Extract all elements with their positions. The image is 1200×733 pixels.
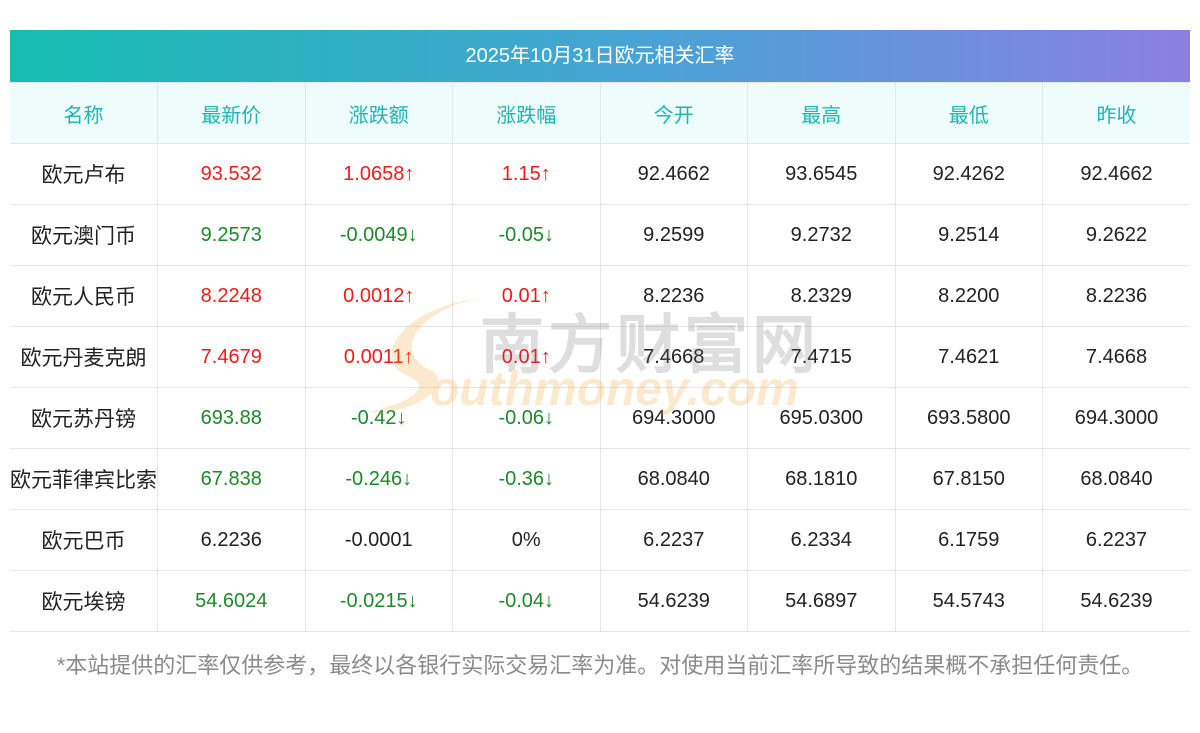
table-row: 欧元人民币 8.2248 0.0012↑ 0.01↑ 8.2236 8.2329 8.220… [10,265,1190,327]
cell-name: 欧元丹麦克朗 [10,326,158,388]
column-header-prev-close: 昨收 [1042,82,1190,144]
cell-prev-close: 9.2622 [1042,204,1190,266]
cell-open: 54.6239 [599,570,748,632]
cell-low: 6.1759 [894,509,1043,571]
cell-name: 欧元菲律宾比索 [10,448,158,510]
column-header-low: 最低 [894,82,1043,144]
cell-high: 68.1810 [747,448,896,510]
cell-open: 92.4662 [599,143,748,205]
cell-name: 欧元苏丹镑 [10,387,158,449]
cell-change-pct: -0.04↓ [452,570,601,632]
table-row: 欧元菲律宾比索 67.838 -0.246↓ -0.36↓ 68.0840 68.1810… [10,448,1190,510]
cell-latest: 93.532 [157,143,306,205]
cell-change: 0.0011↑ [304,326,453,388]
cell-high: 695.0300 [747,387,896,449]
table-header: 名称 最新价 涨跌额 涨跌幅 今开 最高 最低 昨收 [10,82,1190,144]
cell-change-pct: -0.06↓ [452,387,601,449]
cell-latest: 6.2236 [157,509,306,571]
cell-low: 7.4621 [894,326,1043,388]
cell-latest: 67.838 [157,448,306,510]
table-row: 欧元丹麦克朗 7.4679 0.0011↑ 0.01↑ 7.4668 7.4715 7.46… [10,326,1190,388]
cell-low: 54.5743 [894,570,1043,632]
cell-name: 欧元巴币 [10,509,158,571]
cell-prev-close: 54.6239 [1042,570,1190,632]
cell-change-pct: -0.05↓ [452,204,601,266]
table-body: 欧元卢布 93.532 1.0658↑ 1.15↑ 92.4662 93.6545 92.4… [10,143,1190,632]
cell-prev-close: 7.4668 [1042,326,1190,388]
cell-open: 6.2237 [599,509,748,571]
table-row: 欧元卢布 93.532 1.0658↑ 1.15↑ 92.4662 93.6545 92.4… [10,143,1190,205]
cell-change-pct: -0.36↓ [452,448,601,510]
cell-open: 9.2599 [599,204,748,266]
cell-low: 9.2514 [894,204,1043,266]
cell-name: 欧元卢布 [10,143,158,205]
cell-change: -0.0215↓ [304,570,453,632]
cell-high: 9.2732 [747,204,896,266]
cell-change: -0.42↓ [304,387,453,449]
cell-prev-close: 694.3000 [1042,387,1190,449]
column-header-open: 今开 [599,82,748,144]
disclaimer-note: *本站提供的汇率仅供参考，最终以各银行实际交易汇率为准。对使用当前汇率所导致的结… [56,653,1144,678]
column-header-change: 涨跌额 [304,82,453,144]
cell-latest: 8.2248 [157,265,306,327]
exchange-rate-table: 名称 最新价 涨跌额 涨跌幅 今开 最高 最低 昨收 欧元卢布 93.532 1.0… [10,82,1190,632]
cell-latest: 7.4679 [157,326,306,388]
cell-low: 8.2200 [894,265,1043,327]
cell-low: 693.5800 [894,387,1043,449]
cell-change-pct: 0.01↑ [452,326,601,388]
cell-high: 93.6545 [747,143,896,205]
column-header-high: 最高 [747,82,896,144]
cell-high: 7.4715 [747,326,896,388]
cell-change-pct: 0.01↑ [452,265,601,327]
cell-open: 8.2236 [599,265,748,327]
cell-change-pct: 1.15↑ [452,143,601,205]
header-row: 名称 最新价 涨跌额 涨跌幅 今开 最高 最低 昨收 [10,82,1190,144]
cell-high: 54.6897 [747,570,896,632]
rate-panel: 2025年10月31日欧元相关汇率 名称 最新价 涨跌额 涨跌幅 今开 最高 最… [10,30,1190,632]
cell-name: 欧元人民币 [10,265,158,327]
cell-low: 67.8150 [894,448,1043,510]
cell-prev-close: 6.2237 [1042,509,1190,571]
cell-low: 92.4262 [894,143,1043,205]
cell-open: 68.0840 [599,448,748,510]
table-row: 欧元巴币 6.2236 -0.0001 0% 6.2237 6.2334 6.1759 6.2… [10,509,1190,571]
cell-change: -0.0049↓ [304,204,453,266]
cell-prev-close: 92.4662 [1042,143,1190,205]
table-row: 欧元埃镑 54.6024 -0.0215↓ -0.04↓ 54.6239 54.6897 5… [10,570,1190,632]
cell-prev-close: 68.0840 [1042,448,1190,510]
cell-open: 694.3000 [599,387,748,449]
cell-change: -0.0001 [304,509,453,571]
cell-latest: 693.88 [157,387,306,449]
table-row: 欧元苏丹镑 693.88 -0.42↓ -0.06↓ 694.3000 695.0300 6… [10,387,1190,449]
cell-high: 6.2334 [747,509,896,571]
cell-name: 欧元埃镑 [10,570,158,632]
column-header-latest: 最新价 [157,82,306,144]
cell-change: 0.0012↑ [304,265,453,327]
cell-latest: 9.2573 [157,204,306,266]
cell-latest: 54.6024 [157,570,306,632]
cell-prev-close: 8.2236 [1042,265,1190,327]
table-row: 欧元澳门币 9.2573 -0.0049↓ -0.05↓ 9.2599 9.2732 9.2… [10,204,1190,266]
cell-open: 7.4668 [599,326,748,388]
cell-change: -0.246↓ [304,448,453,510]
table-title: 2025年10月31日欧元相关汇率 [10,30,1190,82]
cell-high: 8.2329 [747,265,896,327]
cell-change-pct: 0% [452,509,601,571]
cell-name: 欧元澳门币 [10,204,158,266]
cell-change: 1.0658↑ [304,143,453,205]
column-header-name: 名称 [10,82,158,144]
column-header-change-pct: 涨跌幅 [452,82,601,144]
